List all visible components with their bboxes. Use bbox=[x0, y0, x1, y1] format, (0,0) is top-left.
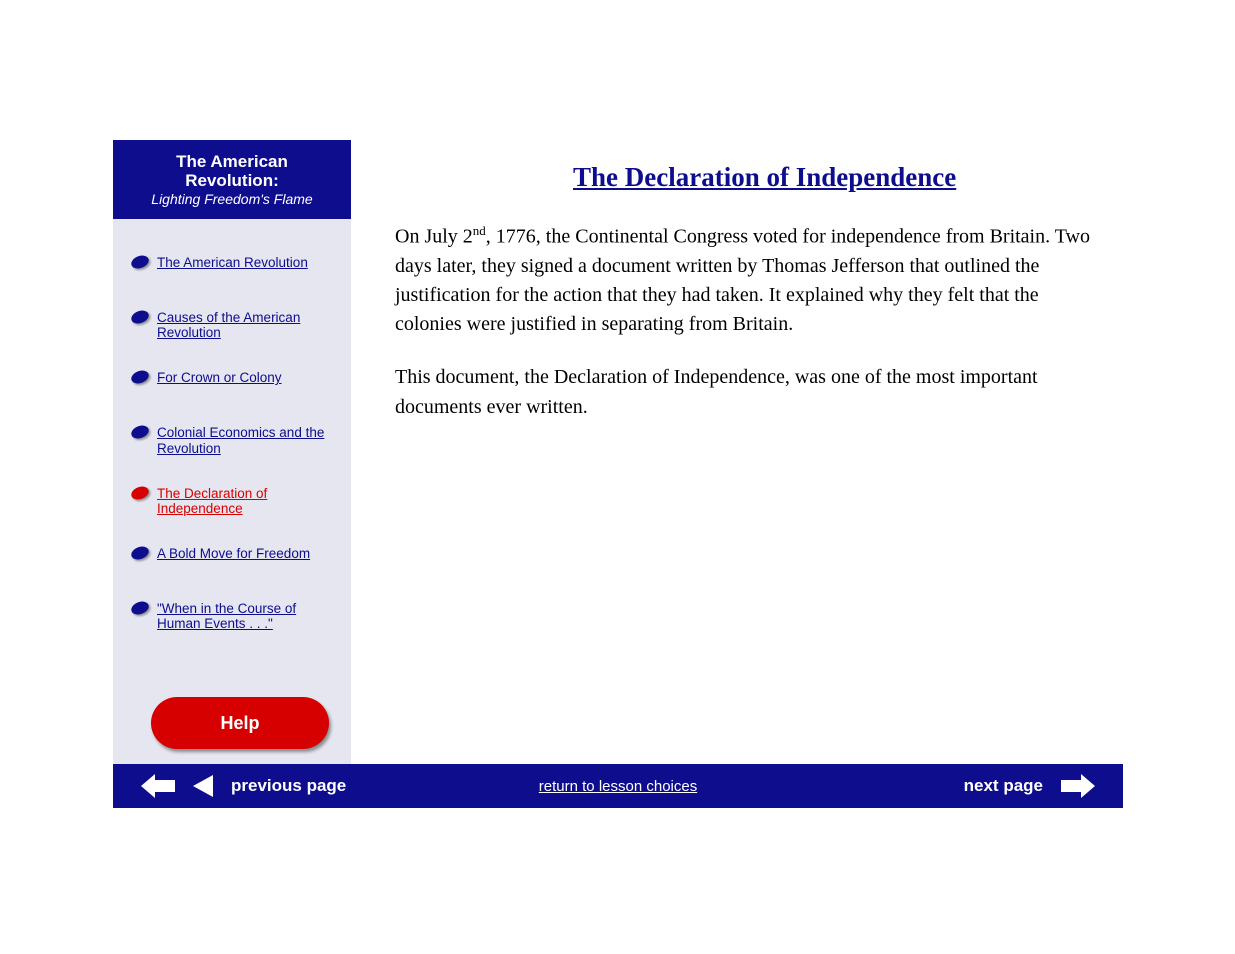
bottom-nav: previous page return to lesson choices n… bbox=[113, 764, 1123, 808]
bullet-icon bbox=[129, 544, 150, 561]
paragraph-1: On July 2nd, 1776, the Continental Congr… bbox=[395, 222, 1095, 339]
sidebar-item-label: The Declaration of Independence bbox=[157, 486, 267, 516]
sidebar-item-label: "When in the Course of Human Events . . … bbox=[157, 601, 296, 631]
sidebar-item-3[interactable]: Colonial Economics and the Revolution bbox=[113, 425, 351, 455]
sidebar-item-label: A Bold Move for Freedom bbox=[157, 546, 310, 561]
sidebar-title-line1: The American bbox=[113, 152, 351, 172]
sidebar-item-4[interactable]: The Declaration of Independence bbox=[113, 486, 351, 516]
prev-page-link[interactable]: previous page bbox=[231, 776, 346, 796]
page-title: The Declaration of Independence bbox=[573, 162, 956, 193]
arrow-right-bold-icon[interactable] bbox=[1061, 774, 1095, 798]
page: The American Revolution: Lighting Freedo… bbox=[113, 140, 1123, 808]
sidebar: The American Revolution: Lighting Freedo… bbox=[113, 140, 351, 764]
sidebar-subtitle: Lighting Freedom's Flame bbox=[113, 191, 351, 207]
help-button-label: Help bbox=[220, 713, 259, 734]
sidebar-item-2[interactable]: For Crown or Colony bbox=[113, 370, 351, 385]
paragraph-2: This document, the Declaration of Indepe… bbox=[395, 363, 1095, 421]
sidebar-item-1[interactable]: Causes of the American Revolution bbox=[113, 310, 351, 340]
sidebar-title-line2: Revolution: bbox=[113, 171, 351, 191]
sidebar-item-5[interactable]: A Bold Move for Freedom bbox=[113, 546, 351, 561]
bullet-icon bbox=[129, 484, 150, 501]
arrow-left-bold-icon[interactable] bbox=[141, 774, 175, 798]
return-lesson-link[interactable]: return to lesson choices bbox=[539, 778, 697, 795]
sidebar-menu: The American Revolution Causes of the Am… bbox=[113, 219, 351, 631]
bullet-icon bbox=[129, 369, 150, 386]
bullet-icon bbox=[129, 599, 150, 616]
help-button[interactable]: Help bbox=[151, 697, 329, 749]
sidebar-item-0[interactable]: The American Revolution bbox=[113, 255, 351, 270]
next-page-link[interactable]: next page bbox=[964, 776, 1043, 796]
sidebar-header: The American Revolution: Lighting Freedo… bbox=[113, 140, 351, 219]
sidebar-item-label: The American Revolution bbox=[157, 255, 308, 270]
sidebar-item-label: For Crown or Colony bbox=[157, 370, 282, 385]
bullet-icon bbox=[129, 253, 150, 270]
sidebar-item-label: Causes of the American Revolution bbox=[157, 310, 300, 340]
body-text: On July 2nd, 1776, the Continental Congr… bbox=[395, 222, 1095, 446]
bullet-icon bbox=[129, 424, 150, 441]
sidebar-item-6[interactable]: "When in the Course of Human Events . . … bbox=[113, 601, 351, 631]
sidebar-item-label: Colonial Economics and the Revolution bbox=[157, 425, 324, 455]
arrow-left-icon[interactable] bbox=[193, 775, 213, 797]
nav-right: next page bbox=[964, 774, 1123, 798]
bullet-icon bbox=[129, 308, 150, 325]
nav-left: previous page bbox=[113, 774, 346, 798]
